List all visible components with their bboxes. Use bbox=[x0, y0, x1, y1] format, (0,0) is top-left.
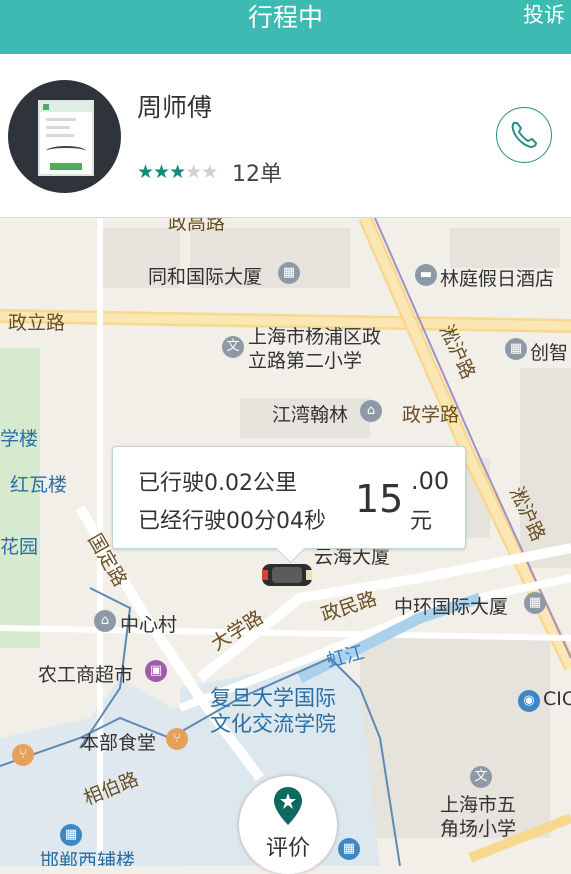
distance-text: 已行驶0.02公里 bbox=[138, 471, 297, 496]
star-filled-icon: ★ bbox=[169, 161, 186, 183]
school-icon: 文 bbox=[222, 336, 244, 358]
order-count: 12单 bbox=[232, 162, 282, 187]
map-label: 中环国际大厦 bbox=[394, 596, 509, 618]
school-icon: 文 bbox=[470, 766, 492, 788]
map-label: 上海市五 bbox=[440, 794, 517, 816]
star-empty-icon: ★ bbox=[185, 161, 202, 183]
complain-button[interactable]: 投诉 bbox=[523, 0, 565, 29]
driver-name: 周师傅 bbox=[137, 93, 213, 122]
bus-icon: ◉ bbox=[518, 690, 540, 712]
map-label: 政立路 bbox=[8, 312, 66, 334]
fare-unit: 元 bbox=[410, 509, 433, 534]
map-label: 红瓦楼 bbox=[10, 474, 68, 496]
shopping-icon: ▣ bbox=[145, 660, 167, 682]
building-icon: ▦ bbox=[524, 592, 546, 614]
map-label: 同和国际大厦 bbox=[148, 266, 263, 288]
fare-amount: 15 bbox=[355, 477, 404, 521]
map-label: CIC bbox=[543, 688, 571, 710]
map-label: 立路第二小学 bbox=[248, 350, 363, 372]
building-icon: ▦ bbox=[505, 338, 527, 360]
building-icon: ▦ bbox=[60, 824, 82, 846]
avatar bbox=[8, 80, 121, 193]
avatar-image bbox=[38, 100, 94, 176]
map-label: 政高路 bbox=[168, 218, 226, 234]
map-label: 上海市杨浦区政 bbox=[248, 326, 382, 348]
map-view[interactable]: 政高路 同和国际大厦 ▦ ▬ 林庭假日酒店 政立路 文 上海市杨浦区政 立路第二… bbox=[0, 218, 571, 866]
trip-info-bubble: 已行驶0.02公里 已经行驶00分04秒 15 .00 元 bbox=[112, 446, 466, 564]
star-empty-icon: ★ bbox=[201, 161, 218, 183]
map-label: 学楼 bbox=[0, 428, 39, 450]
map-label: 角场小学 bbox=[440, 818, 517, 840]
rate-label: 评价 bbox=[265, 836, 310, 861]
rate-button[interactable]: 评价 bbox=[239, 776, 337, 874]
building-icon: ▦ bbox=[278, 262, 300, 284]
food-icon: ⑂ bbox=[166, 728, 188, 750]
call-button[interactable] bbox=[496, 107, 552, 163]
map-label: 创智 bbox=[530, 342, 569, 364]
page-title: 行程中 bbox=[247, 3, 323, 32]
star-filled-icon: ★ bbox=[153, 161, 170, 183]
map-label: 林庭假日酒店 bbox=[440, 268, 555, 290]
rating-stars: ★★★★★ bbox=[137, 161, 218, 183]
map-label: 政学路 bbox=[402, 404, 460, 426]
map-label: 农工商超市 bbox=[38, 664, 134, 686]
duration-text: 已经行驶00分04秒 bbox=[138, 509, 326, 534]
star-filled-icon: ★ bbox=[137, 161, 154, 183]
food-icon: ⑂ bbox=[12, 744, 34, 766]
map-label: 江湾翰林 bbox=[272, 404, 349, 426]
fare-decimal: .00 bbox=[411, 467, 450, 495]
map-label: 本部食堂 bbox=[80, 732, 157, 754]
star-pin-icon bbox=[274, 787, 302, 825]
map-label: 邯郸西辅楼 bbox=[40, 850, 136, 866]
car-icon bbox=[262, 564, 312, 586]
map-label: 文化交流学院 bbox=[210, 712, 336, 736]
hotel-icon: ▬ bbox=[415, 264, 437, 286]
map-label: 花园 bbox=[0, 536, 39, 558]
house-icon: ⌂ bbox=[360, 400, 382, 422]
phone-icon bbox=[511, 122, 538, 149]
map-label: 中心村 bbox=[120, 614, 178, 636]
top-bar: 行程中 投诉 bbox=[0, 0, 571, 54]
house-icon: ⌂ bbox=[94, 610, 116, 632]
building-icon: ▦ bbox=[338, 838, 360, 860]
